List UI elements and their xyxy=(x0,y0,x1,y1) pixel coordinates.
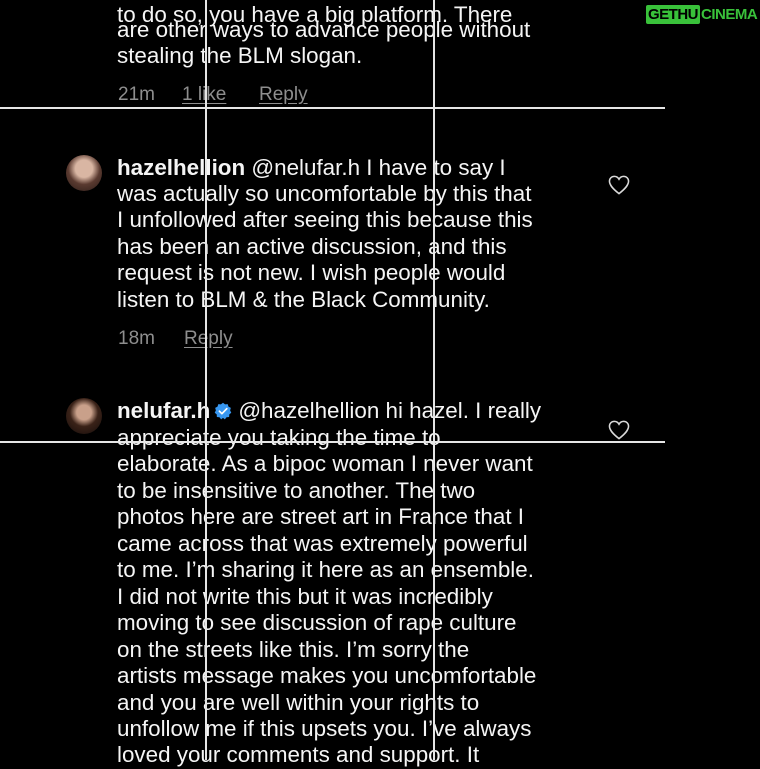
comment-3-text-start: @hazelhellion hi hazel. I really xyxy=(238,398,542,423)
comment-3-line-4: to be insensitive to another. The two xyxy=(117,478,476,503)
comment-3-line-8: I did not write this but it was incredib… xyxy=(117,584,493,609)
username-nelufar-h[interactable]: nelufar.h xyxy=(117,398,210,423)
comment-3-line-3: elaborate. As a bipoc woman I never want xyxy=(117,451,533,476)
comment-1-time: 21m xyxy=(118,84,155,105)
comment-3-first-line: nelufar.h @hazelhellion hi hazel. I reall… xyxy=(117,398,541,425)
comment-2-first-line: hazelhellion @nelufar.h I have to say I xyxy=(117,155,506,182)
comment-1-line-2: are other ways to advance people without xyxy=(117,17,531,42)
guide-line-horizontal xyxy=(0,441,665,443)
heart-outline-icon[interactable] xyxy=(608,420,630,440)
comment-3-line-11: artists message makes you uncomfortable xyxy=(117,663,537,688)
comment-3-line-9: moving to see discussion of rape culture xyxy=(117,610,517,635)
comment-2-line-5: request is not new. I wish people would xyxy=(117,260,506,285)
comment-2-reply-button[interactable]: Reply xyxy=(184,328,233,350)
comment-3-line-7: to me. I’m sharing it here as an ensembl… xyxy=(117,557,534,582)
channel-watermark: GETHU CINEMA xyxy=(646,5,758,24)
guide-line-vertical xyxy=(433,0,435,760)
comment-3-line-14: loved your comments and support. It xyxy=(117,742,480,767)
comment-3-line-12: and you are well within your rights to xyxy=(117,690,480,715)
guide-line-vertical xyxy=(205,0,207,760)
comment-2-line-4: has been an active discussion, and this xyxy=(117,234,507,259)
guide-line-horizontal xyxy=(0,107,665,109)
avatar-hazelhellion[interactable] xyxy=(66,155,102,191)
heart-outline-icon[interactable] xyxy=(608,175,630,195)
comment-2-line-3: I unfollowed after seeing this because t… xyxy=(117,207,533,232)
comment-1-line-3: stealing the BLM slogan. xyxy=(117,43,363,68)
avatar-nelufar-h[interactable] xyxy=(66,398,102,434)
comment-3-line-5: photos here are street art in France tha… xyxy=(117,504,524,529)
comment-1-reply-button[interactable]: Reply xyxy=(259,84,308,106)
comment-2-line-2: was actually so uncomfortable by this th… xyxy=(117,181,532,206)
comment-3-line-2: appreciate you taking the time to xyxy=(117,425,441,450)
comment-3-line-6: came across that was extremely powerful xyxy=(117,531,528,556)
comment-2-text-start: @nelufar.h I have to say I xyxy=(251,155,506,180)
comment-3-line-13: unfollow me if this upsets you. I’ve alw… xyxy=(117,716,532,741)
comment-2-time: 18m xyxy=(118,328,155,349)
verified-badge-icon xyxy=(215,402,232,420)
comment-3-line-10: on the streets like this. I’m sorry the xyxy=(117,637,470,662)
username-hazelhellion[interactable]: hazelhellion xyxy=(117,155,245,180)
